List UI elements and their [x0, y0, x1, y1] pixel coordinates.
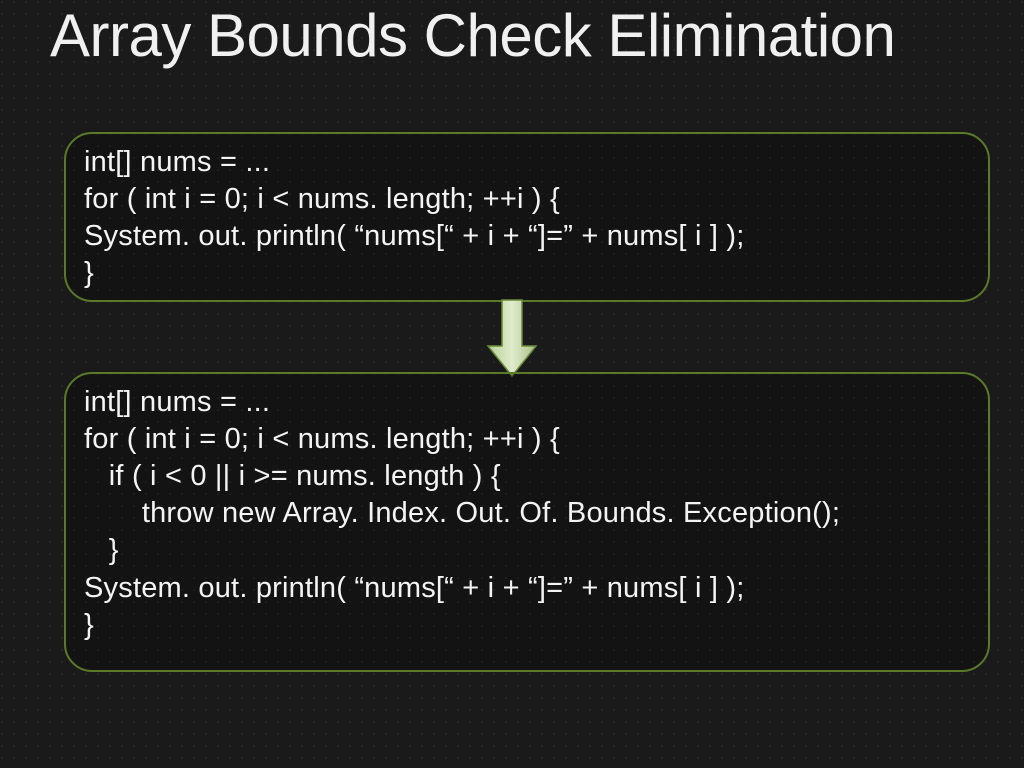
- code-box-before: int[] nums = ... for ( int i = 0; i < nu…: [64, 132, 990, 302]
- slide-title: Array Bounds Check Elimination: [0, 4, 945, 67]
- arrow-down-icon: [0, 298, 1024, 376]
- code-box-after: int[] nums = ... for ( int i = 0; i < nu…: [64, 372, 990, 672]
